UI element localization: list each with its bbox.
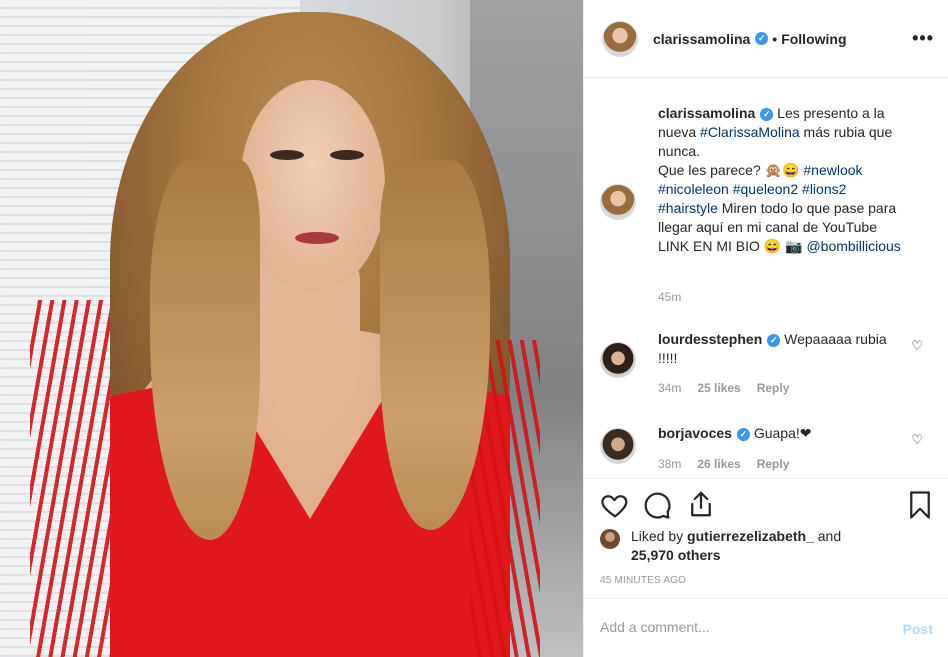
commenter-avatar[interactable] [600, 428, 636, 464]
caption: clarissamolina ✓ Les presento a la nueva … [600, 104, 935, 314]
hashtag-hairstyle[interactable]: #hairstyle [658, 200, 718, 216]
hashtag-queleon2[interactable]: #queleon2 [733, 181, 798, 197]
likes-others[interactable]: 25,970 others [631, 547, 721, 563]
heart-icon[interactable] [600, 490, 630, 520]
commenter-avatar[interactable] [600, 342, 636, 378]
more-options-icon[interactable]: ••• [912, 28, 934, 49]
comment-icon[interactable] [642, 490, 672, 520]
comment-item: borjavoces ✓ Guapa!❤ ♡ 38m 26 likes Reply [600, 424, 935, 478]
verified-icon: ✓ [767, 333, 781, 347]
comment-input[interactable] [600, 619, 880, 635]
lips [295, 232, 339, 244]
comment-likes[interactable]: 25 likes [697, 381, 740, 395]
post-actions: Liked by gutierrezelizabeth_ and 25,970 … [584, 478, 948, 598]
comment-item: lourdesstephen ✓ Wepaaaaa rubia !!!!! ♡ 3… [600, 330, 935, 400]
caption-username[interactable]: clarissamolina [658, 105, 755, 121]
following-button[interactable]: Following [781, 31, 846, 47]
verified-icon: ✓ [736, 427, 750, 441]
comment-like-heart-icon[interactable]: ♡ [911, 338, 923, 354]
comment-meta: 38m 26 likes Reply [658, 457, 805, 471]
post-sidebar: clarissamolina ✓ • Following ••• clariss… [583, 0, 948, 657]
post-header: clarissamolina ✓ • Following ••• [584, 0, 948, 78]
comment-body: lourdesstephen ✓ Wepaaaaa rubia !!!!! [658, 330, 908, 368]
likes-text: Liked by gutierrezelizabeth_ and 25,970 … [631, 527, 841, 565]
comment-username[interactable]: borjavoces [658, 425, 732, 441]
caption-body: clarissamolina ✓ Les presento a la nueva … [658, 104, 908, 256]
likes-prefix: Liked by [631, 528, 688, 544]
liker-avatar[interactable] [600, 529, 620, 549]
comment-username[interactable]: lourdesstephen [658, 331, 762, 347]
hashtag-lions2[interactable]: #lions2 [802, 181, 846, 197]
reply-button[interactable]: Reply [757, 381, 790, 395]
reply-button[interactable]: Reply [757, 457, 790, 471]
hashtag-clarissamolina[interactable]: #ClarissaMolina [700, 124, 800, 140]
bookmark-icon[interactable] [905, 490, 935, 520]
comment-meta: 34m 25 likes Reply [658, 381, 805, 395]
right-eye [330, 150, 364, 160]
instagram-post: clarissamolina ✓ • Following ••• clariss… [0, 0, 948, 657]
verified-icon: ✓ [755, 32, 769, 45]
caption-avatar[interactable] [600, 184, 636, 220]
share-icon[interactable] [686, 489, 716, 519]
left-eye [270, 150, 304, 160]
comment-likes[interactable]: 26 likes [697, 457, 740, 471]
liker-username[interactable]: gutierrezelizabeth_ [687, 528, 814, 544]
likes-and: and [813, 528, 842, 544]
author-username[interactable]: clarissamolina [653, 31, 750, 47]
comment-time: 34m [658, 381, 682, 395]
hashtag-nicoleleon[interactable]: #nicoleleon [658, 181, 729, 197]
post-button[interactable]: Post [903, 621, 933, 637]
caption-text-3: Que les parece? 🙊😄 [658, 162, 804, 178]
author-avatar[interactable] [602, 20, 638, 57]
add-comment-bar: Post [584, 598, 948, 657]
post-photo[interactable] [0, 0, 583, 657]
comment-time: 38m [658, 457, 682, 471]
hashtag-newlook[interactable]: #newlook [803, 162, 862, 178]
post-timestamp[interactable]: 45 MINUTES AGO [600, 575, 686, 586]
separator: • [772, 30, 778, 47]
comments-list[interactable]: clarissamolina ✓ Les presento a la nueva … [584, 78, 948, 478]
face [240, 80, 385, 290]
caption-time: 45m [658, 290, 697, 304]
caption-timestamp: 45m [658, 290, 682, 304]
comment-text: Guapa!❤ [749, 425, 812, 441]
comment-body: borjavoces ✓ Guapa!❤ [658, 424, 908, 443]
verified-icon: ✓ [760, 107, 774, 121]
comment-like-heart-icon[interactable]: ♡ [911, 432, 923, 448]
mention-bombillicious[interactable]: @bombillicious [806, 238, 900, 254]
